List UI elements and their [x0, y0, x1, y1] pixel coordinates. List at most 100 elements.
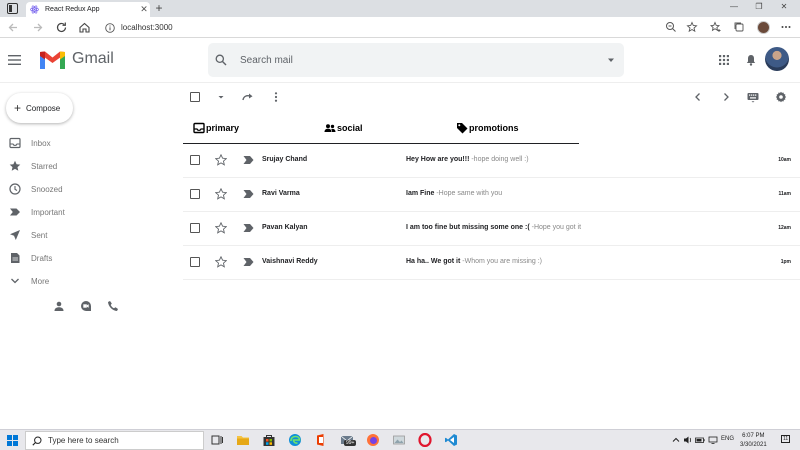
collections-icon[interactable] [733, 21, 745, 33]
store-icon[interactable] [262, 433, 276, 447]
important-marker-icon[interactable] [243, 257, 254, 267]
star-outline-icon[interactable] [215, 222, 227, 234]
url-field[interactable]: localhost:3000 [103, 20, 701, 35]
windows-start-icon[interactable] [7, 435, 18, 446]
row-checkbox[interactable] [190, 223, 200, 233]
email-row[interactable]: Ravi Varma Iam Fine -Hope same with you … [183, 178, 800, 212]
email-row[interactable]: Srujay Chand Hey How are you!!! -hope do… [183, 144, 800, 178]
sidebar-item-snoozed[interactable]: Snoozed [0, 178, 170, 200]
home-icon[interactable] [78, 21, 91, 34]
star-outline-icon[interactable] [215, 154, 227, 166]
row-checkbox[interactable] [190, 189, 200, 199]
new-tab-icon[interactable]: + [152, 1, 166, 15]
star-outline-icon[interactable] [215, 256, 227, 268]
app-name[interactable]: Gmail [72, 50, 114, 68]
zoom-icon[interactable] [665, 21, 677, 33]
favorite-star-icon[interactable] [686, 21, 698, 33]
network-icon[interactable] [708, 435, 718, 445]
email-subject-line: I am too fine but missing some one :( -H… [406, 224, 581, 231]
browser-profile-avatar[interactable] [757, 21, 770, 34]
close-tab-icon[interactable]: ✕ [138, 4, 150, 15]
browser-address-bar: localhost:3000 [0, 17, 800, 38]
tab-primary[interactable]: primary [193, 120, 239, 135]
show-hidden-icons-icon[interactable] [671, 435, 681, 445]
more-vert-icon[interactable] [270, 91, 282, 103]
star-outline-icon[interactable] [215, 188, 227, 200]
select-all-checkbox[interactable] [190, 92, 200, 102]
sidebar-item-drafts[interactable]: Drafts [0, 247, 170, 269]
file-explorer-icon[interactable] [236, 433, 250, 447]
row-checkbox[interactable] [190, 257, 200, 267]
compose-button[interactable]: + Compose [6, 93, 73, 123]
maximize-icon[interactable]: ❐ [747, 2, 771, 11]
favorites-icon[interactable] [710, 21, 722, 33]
opera-icon[interactable] [418, 433, 432, 447]
taskbar-clock[interactable]: 6:07 PM 3/30/2021 [740, 432, 767, 450]
sidebar-item-starred[interactable]: Starred [0, 155, 170, 177]
important-marker-icon[interactable] [243, 189, 254, 199]
keyboard-icon[interactable] [747, 91, 759, 103]
row-checkbox[interactable] [190, 155, 200, 165]
send-icon [9, 229, 21, 241]
forward-icon[interactable] [31, 21, 44, 34]
hamburger-menu-icon[interactable] [8, 54, 21, 66]
search-input[interactable] [240, 54, 606, 66]
people-icon [324, 122, 336, 134]
compose-label: Compose [26, 103, 61, 113]
notification-center-count[interactable]: 11 [781, 435, 791, 443]
taskbar-search-box[interactable]: Type here to search [25, 431, 204, 450]
react-favicon-icon [30, 5, 39, 14]
apps-grid-icon[interactable] [718, 54, 730, 66]
email-row[interactable]: Pavan Kalyan I am too fine but missing s… [183, 212, 800, 246]
search-icon [32, 435, 42, 446]
gmail-logo-icon[interactable] [40, 51, 65, 69]
sidebar-item-label: Important [31, 207, 65, 217]
tab-promotions[interactable]: promotions [456, 120, 519, 135]
info-icon[interactable] [105, 22, 115, 33]
office-icon[interactable] [314, 433, 328, 447]
gmail-header: Gmail [0, 39, 800, 83]
sidebar-item-important[interactable]: Important [0, 201, 170, 223]
chevron-left-icon[interactable] [692, 91, 704, 103]
tag-icon [456, 122, 468, 134]
back-icon[interactable] [7, 21, 20, 34]
tab-social[interactable]: social [324, 120, 363, 135]
email-row[interactable]: Vaishnavi Reddy Ha ha.. We got it -Whom … [183, 246, 800, 280]
chevron-right-icon[interactable] [720, 91, 732, 103]
minimize-icon[interactable]: — [722, 2, 746, 11]
vscode-icon[interactable] [444, 433, 458, 447]
close-window-icon[interactable]: ✕ [772, 2, 796, 11]
search-options-icon[interactable] [606, 55, 616, 65]
search-icon[interactable] [215, 54, 227, 66]
clock-icon [9, 183, 21, 195]
notifications-bell-icon[interactable] [745, 54, 757, 66]
more-menu-icon[interactable] [780, 21, 792, 33]
duo-icon[interactable] [80, 300, 92, 312]
settings-gear-icon[interactable] [775, 91, 787, 103]
photos-icon[interactable] [392, 433, 406, 447]
sidebar-item-inbox[interactable]: Inbox [0, 132, 170, 154]
mail-badge: 99+ [344, 440, 357, 446]
language-indicator[interactable]: ENG [721, 436, 734, 442]
email-snippet: -Hope you got it [529, 224, 582, 231]
email-subject: Iam Fine [406, 190, 435, 197]
important-marker-icon[interactable] [243, 155, 254, 165]
user-avatar[interactable] [765, 47, 789, 71]
inbox-icon [9, 137, 21, 149]
edge-browser-icon[interactable] [288, 433, 302, 447]
task-view-icon[interactable] [210, 433, 224, 447]
important-marker-icon[interactable] [243, 223, 254, 233]
browser-tab[interactable]: React Redux App ✕ [26, 2, 150, 17]
person-icon[interactable] [53, 300, 65, 312]
battery-icon[interactable] [695, 435, 705, 445]
firefox-icon[interactable] [366, 433, 380, 447]
phone-icon[interactable] [107, 300, 119, 312]
sidebar-item-sent[interactable]: Sent [0, 224, 170, 246]
window-menu-icon[interactable] [7, 3, 18, 14]
volume-icon[interactable] [683, 435, 693, 445]
refresh-icon[interactable] [55, 21, 68, 34]
select-dropdown-icon[interactable] [215, 91, 227, 103]
sidebar-item-more[interactable]: More [0, 270, 170, 292]
refresh-icon[interactable] [242, 91, 254, 103]
search-bar[interactable] [208, 43, 624, 77]
